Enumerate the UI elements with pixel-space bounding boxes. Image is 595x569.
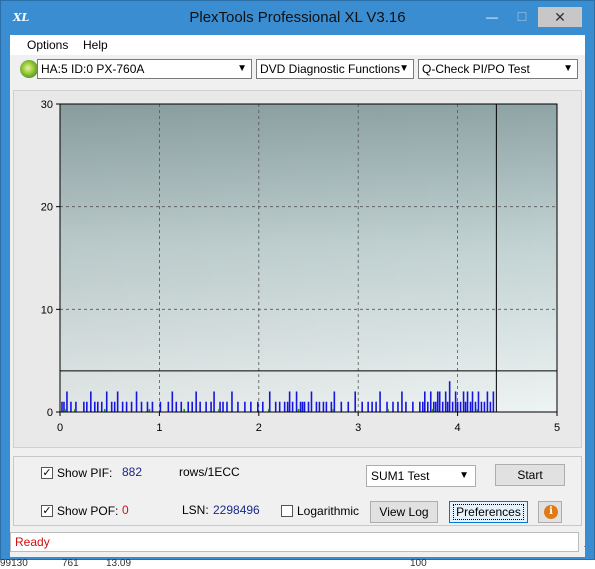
chevron-down-icon: ▼ xyxy=(563,63,573,74)
y-tick-label: 30 xyxy=(41,99,53,111)
test-select-value: Q-Check PI/PO Test xyxy=(422,62,530,76)
preferences-button[interactable]: Preferences xyxy=(449,501,528,523)
pof-value: 0 xyxy=(122,503,129,517)
chevron-down-icon: ▼ xyxy=(459,470,469,481)
menu-help[interactable]: Help xyxy=(83,38,108,52)
test-select[interactable]: Q-Check PI/PO Test ▼ xyxy=(418,59,578,79)
sum-test-select[interactable]: SUM1 Test ▼ xyxy=(366,465,476,487)
window-title: PlexTools Professional XL V3.16 xyxy=(189,9,406,26)
app-window: XL PlexTools Professional XL V3.16 — ☐ ✕… xyxy=(0,0,595,560)
status-text: Ready xyxy=(15,535,50,549)
menu-bar: Options Help xyxy=(10,35,585,55)
chevron-down-icon: ▼ xyxy=(399,63,409,74)
menu-options[interactable]: Options xyxy=(27,38,68,52)
y-tick-label: 10 xyxy=(41,304,53,316)
maximize-button[interactable]: ☐ xyxy=(509,7,535,27)
logarithmic-checkbox[interactable] xyxy=(281,505,293,517)
chart-panel: 0 10 20 30 0 1 2 3 4 5 xyxy=(13,90,582,448)
show-pof-checkbox[interactable]: ✓ xyxy=(41,505,53,517)
background-text: 13.09 xyxy=(106,558,132,569)
function-select[interactable]: DVD Diagnostic Functions ▼ xyxy=(256,59,414,79)
background-text: 100 xyxy=(410,558,427,569)
title-bar[interactable]: XL PlexTools Professional XL V3.16 — ☐ ✕ xyxy=(1,1,594,35)
x-tick-label: 1 xyxy=(156,422,162,434)
show-pif-label: Show PIF: xyxy=(57,466,113,480)
info-button[interactable]: i xyxy=(538,501,562,523)
preferences-label: Preferences xyxy=(453,504,524,520)
rows-unit-label: rows/1ECC xyxy=(179,465,240,479)
function-select-value: DVD Diagnostic Functions xyxy=(260,62,401,76)
pif-value: 882 xyxy=(122,465,143,479)
x-tick-label: 2 xyxy=(256,422,262,434)
info-icon: i xyxy=(544,505,558,519)
drive-status-icon xyxy=(20,60,38,78)
drive-select-value: HA:5 ID:0 PX-760A xyxy=(41,62,145,76)
lsn-label: LSN: xyxy=(182,503,209,517)
view-log-button[interactable]: View Log xyxy=(370,501,438,523)
x-tick-label: 4 xyxy=(455,422,461,434)
y-tick-label: 20 xyxy=(41,202,53,214)
lsn-value: 2298496 xyxy=(213,503,260,517)
sum-test-value: SUM1 Test xyxy=(371,469,430,483)
show-pif-checkbox[interactable]: ✓ xyxy=(41,467,53,479)
logarithmic-label: Logarithmic xyxy=(297,504,360,518)
y-tick-label: 0 xyxy=(47,407,53,419)
drive-select[interactable]: HA:5 ID:0 PX-760A ▼ xyxy=(37,59,252,79)
chevron-down-icon: ▼ xyxy=(237,63,247,74)
client-area: Options Help HA:5 ID:0 PX-760A ▼ DVD Dia… xyxy=(10,35,593,557)
controls-panel: ✓ Show PIF: 882 rows/1ECC SUM1 Test ▼ St… xyxy=(13,456,582,526)
start-button[interactable]: Start xyxy=(495,464,565,486)
background-text: 761 xyxy=(62,558,79,569)
close-button[interactable]: ✕ xyxy=(538,7,582,27)
show-pof-label: Show POF: xyxy=(57,504,119,518)
status-bar: Ready xyxy=(10,532,579,552)
x-tick-label: 3 xyxy=(355,422,361,434)
x-tick-label: 0 xyxy=(57,422,63,434)
resize-grip-icon[interactable]: ⋰ xyxy=(583,538,593,549)
x-tick-label: 5 xyxy=(554,422,560,434)
minimize-button[interactable]: — xyxy=(479,7,505,27)
toolbar: HA:5 ID:0 PX-760A ▼ DVD Diagnostic Funct… xyxy=(10,56,585,84)
pi-po-chart: 0 10 20 30 0 1 2 3 4 5 xyxy=(41,99,560,434)
background-text: 99130 xyxy=(0,558,28,569)
